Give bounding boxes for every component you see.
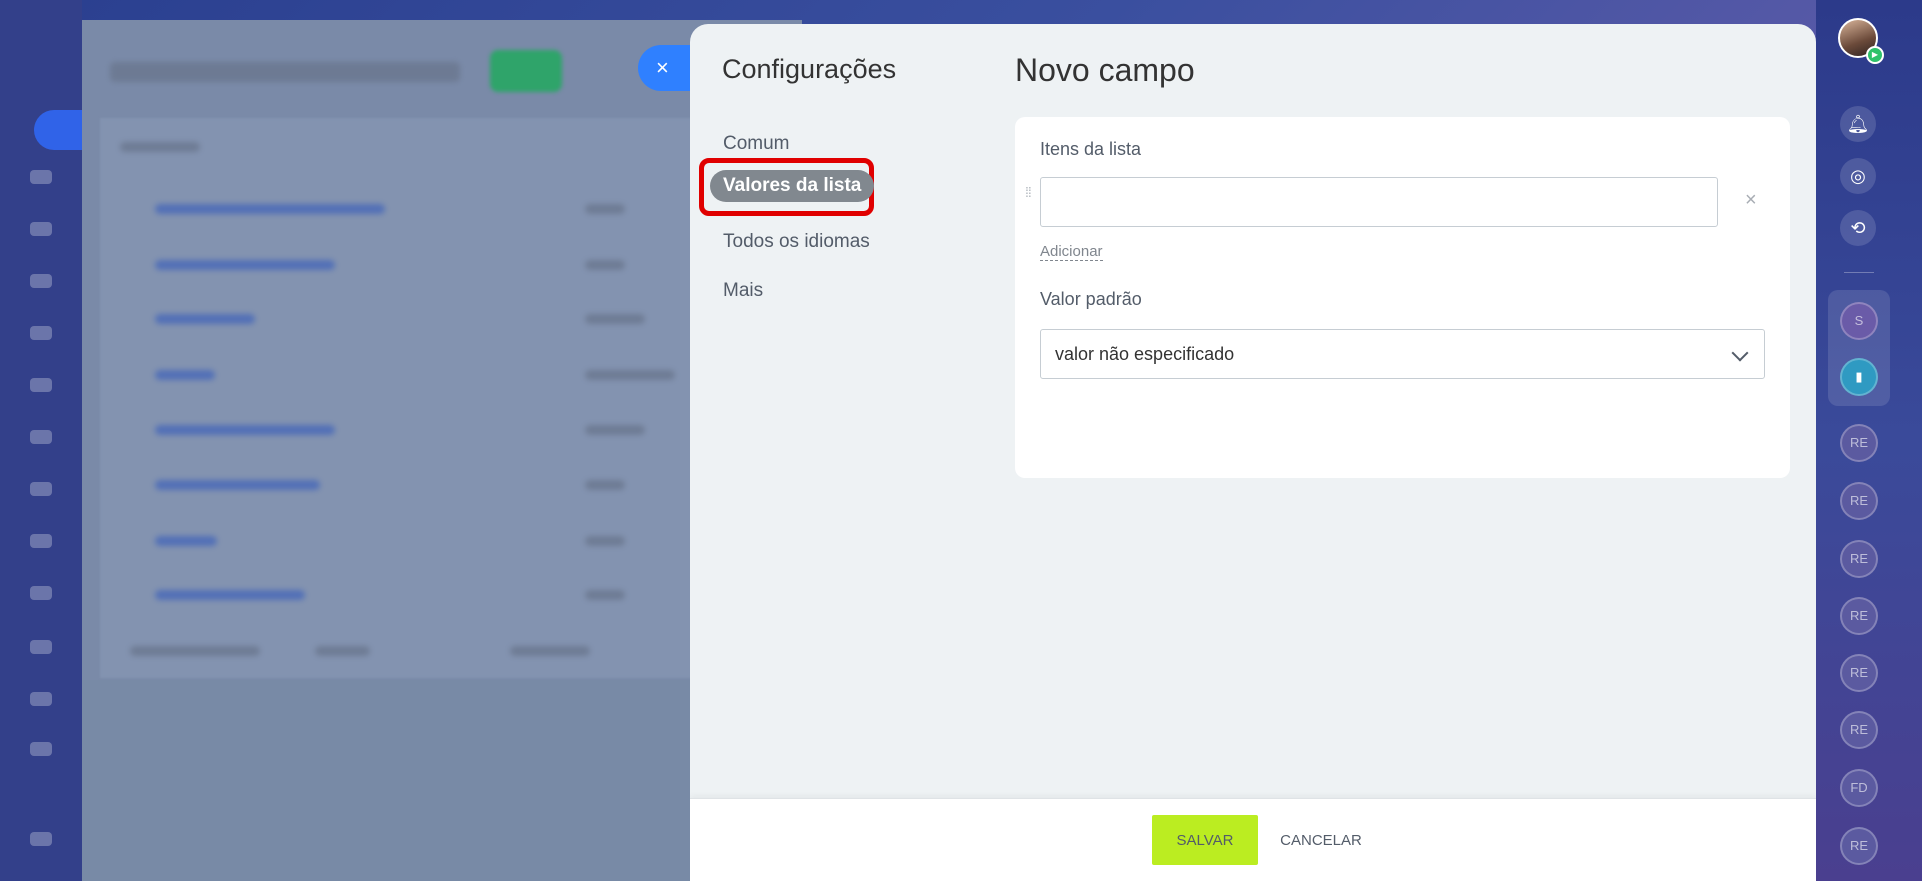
slider-footer: SALVAR CANCELAR xyxy=(690,798,1816,881)
background-row-blur xyxy=(585,370,675,380)
background-footer-blur xyxy=(315,646,370,656)
add-item-link[interactable]: Adicionar xyxy=(1040,243,1103,261)
settings-title: Configurações xyxy=(722,54,897,84)
chevron-down-icon xyxy=(1731,344,1749,362)
field-settings-slider: Configurações Comum . Todos os idiomas M… xyxy=(690,24,1816,881)
nav-item-comum[interactable]: Comum xyxy=(710,124,950,164)
nav-item-valores-da-lista[interactable]: Valores da lista xyxy=(710,170,875,202)
background-row-blur xyxy=(155,204,385,214)
save-button[interactable]: SALVAR xyxy=(1152,815,1258,865)
background-badge xyxy=(490,50,562,92)
background-menu-icon xyxy=(30,692,52,706)
background-header-blur xyxy=(120,142,200,152)
default-value-label: Valor padrão xyxy=(1040,289,1142,309)
chat-avatar[interactable]: RE xyxy=(1840,482,1878,520)
chat-avatar[interactable]: RE xyxy=(1840,597,1878,635)
background-row-blur xyxy=(155,425,335,435)
background-left-menu xyxy=(0,0,82,881)
settings-nav: Comum . Todos os idiomas Mais xyxy=(710,124,950,320)
background-row-blur xyxy=(585,425,645,435)
online-status-icon: ▶ xyxy=(1866,46,1884,64)
background-menu-icon xyxy=(30,482,52,496)
chat-avatar[interactable]: RE xyxy=(1840,827,1878,865)
background-row-blur xyxy=(155,314,255,324)
background-menu-icon xyxy=(30,274,52,288)
background-title-blur xyxy=(110,62,460,82)
background-menu-icon xyxy=(30,640,52,654)
background-row-blur xyxy=(155,260,335,270)
chat-sync-icon[interactable]: ⟲ xyxy=(1840,210,1876,246)
background-menu-icon xyxy=(30,430,52,444)
background-row-blur xyxy=(155,590,305,600)
background-row-blur xyxy=(585,204,625,214)
list-items-label: Itens da lista xyxy=(1040,139,1142,159)
background-menu-active xyxy=(34,110,82,150)
default-value-selected: valor não especificado xyxy=(1055,344,1235,364)
drag-handle-icon[interactable]: ⁞⁞ xyxy=(1025,185,1037,207)
background-row-blur xyxy=(585,314,645,324)
background-row-blur xyxy=(155,536,217,546)
cancel-button[interactable]: CANCELAR xyxy=(1268,815,1374,865)
chat-avatar[interactable]: RE xyxy=(1840,540,1878,578)
background-menu-icon xyxy=(30,832,52,846)
nav-item-todos-os-idiomas[interactable]: Todos os idiomas xyxy=(710,222,950,262)
chat-avatar[interactable]: FD xyxy=(1840,769,1878,807)
background-menu-icon xyxy=(30,170,52,184)
background-row-blur xyxy=(585,480,625,490)
chat-avatar[interactable]: RE xyxy=(1840,654,1878,692)
background-footer-blur xyxy=(130,646,260,656)
background-row-blur xyxy=(155,480,320,490)
list-values-card: Itens da lista ⁞⁞ × Adicionar Valor padr… xyxy=(1015,117,1790,478)
nav-item-mais[interactable]: Mais xyxy=(710,271,950,311)
background-menu-icon xyxy=(30,222,52,236)
background-menu-icon xyxy=(30,326,52,340)
background-menu-icon xyxy=(30,742,52,756)
default-value-select[interactable]: valor não especificado xyxy=(1040,329,1765,379)
chat-avatar[interactable]: RE xyxy=(1840,424,1878,462)
background-footer-blur xyxy=(510,646,590,656)
background-menu-icon xyxy=(30,378,52,392)
page-title: Novo campo xyxy=(1015,52,1195,88)
list-item-input[interactable] xyxy=(1040,177,1718,227)
background-row-blur xyxy=(585,590,625,600)
right-sidebar: ▶ 🔔︎ ◎ ⟲ S ▮ RE RE RE RE RE RE FD RE xyxy=(1816,0,1922,881)
chat-avatar[interactable]: S xyxy=(1840,302,1878,340)
close-icon: × xyxy=(656,55,669,80)
close-slider-button[interactable]: × xyxy=(638,45,694,91)
background-menu-icon xyxy=(30,586,52,600)
copilot-icon[interactable]: ◎ xyxy=(1840,158,1876,194)
background-row-blur xyxy=(155,370,215,380)
remove-item-icon[interactable]: × xyxy=(1745,189,1765,213)
bell-icon[interactable]: 🔔︎ xyxy=(1840,106,1876,142)
background-menu-icon xyxy=(30,534,52,548)
chat-avatar[interactable]: RE xyxy=(1840,711,1878,749)
sidebar-divider xyxy=(1844,272,1874,273)
background-row-blur xyxy=(585,260,625,270)
background-row-blur xyxy=(585,536,625,546)
bookmark-icon[interactable]: ▮ xyxy=(1840,358,1878,396)
